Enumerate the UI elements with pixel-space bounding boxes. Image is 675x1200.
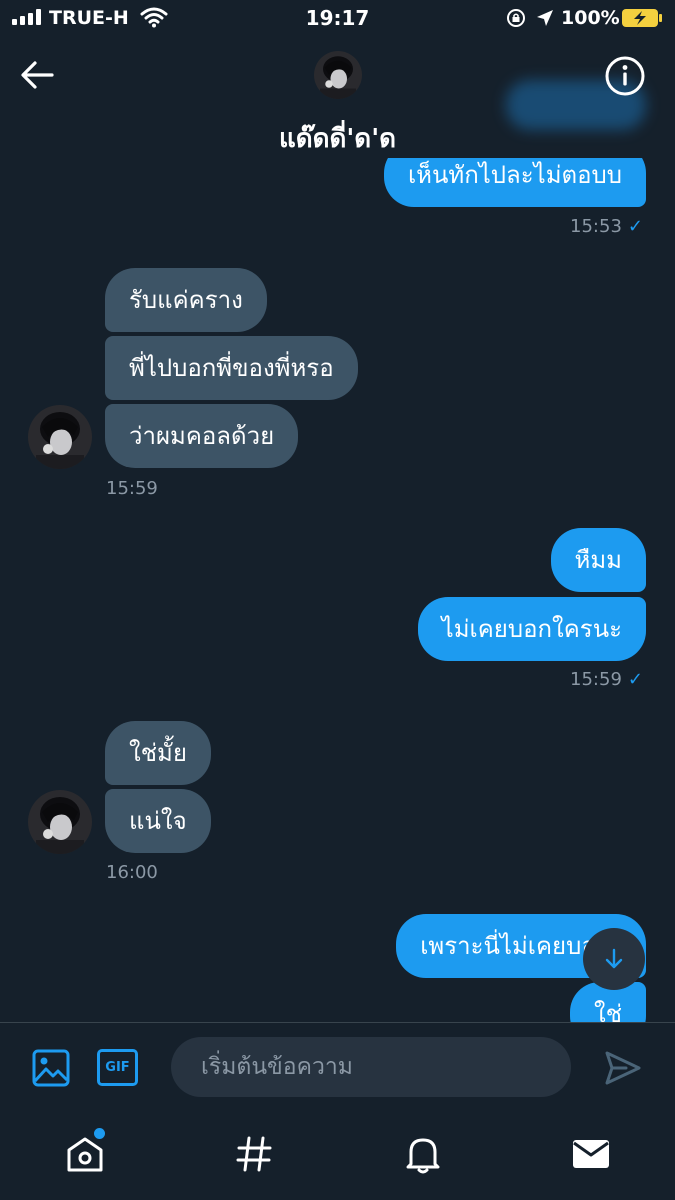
battery-charging-icon: [622, 9, 662, 27]
message-timestamp: 16:00: [106, 862, 158, 883]
tab-notifications[interactable]: [401, 1132, 445, 1176]
message-timestamp: 15:53 ✓: [570, 216, 643, 237]
battery-percentage: 100%: [561, 7, 620, 29]
message-timestamp: 15:59 ✓: [570, 669, 643, 690]
arrow-left-icon[interactable]: [20, 60, 54, 90]
read-check-icon: ✓: [627, 216, 643, 237]
message-bubble-incoming[interactable]: รับแค่คราง: [105, 268, 267, 332]
notification-dot: [94, 1128, 105, 1139]
message-bubble-outgoing[interactable]: หืมม: [550, 528, 646, 592]
arrow-down-icon: [605, 948, 623, 969]
conversation-header: แด๊ดดี่'ด'ด: [0, 40, 675, 158]
location-arrow-icon: [537, 10, 553, 26]
tab-messages[interactable]: [569, 1132, 613, 1176]
bell-icon: [406, 1138, 440, 1174]
contact-avatar[interactable]: [28, 790, 92, 858]
bottom-tab-bar: [0, 1114, 675, 1200]
header-avatar[interactable]: [314, 51, 362, 103]
status-bar: TRUE-H 19:17 100%: [0, 0, 675, 40]
gif-button[interactable]: GIF: [97, 1049, 138, 1086]
rotation-lock-icon: [507, 9, 525, 27]
mail-icon: [573, 1140, 609, 1168]
image-icon[interactable]: [32, 1049, 70, 1087]
send-icon[interactable]: [604, 1049, 642, 1087]
contact-name[interactable]: แด๊ดดี่'ด'ด: [0, 118, 675, 159]
message-bubble-incoming[interactable]: พี่ไปบอกพี่ของพี่หรอ: [105, 336, 358, 400]
info-circle-icon[interactable]: [604, 55, 646, 97]
scroll-to-bottom-button[interactable]: [583, 928, 645, 990]
message-bubble-incoming[interactable]: ใช่มั้ย: [105, 721, 211, 785]
hashtag-icon: [236, 1136, 272, 1172]
message-bubble-outgoing[interactable]: ไม่เคยบอกใครนะ: [417, 597, 646, 661]
home-icon: [67, 1137, 103, 1172]
contact-avatar[interactable]: [28, 405, 92, 473]
message-timestamp: 15:59: [106, 478, 158, 499]
message-bubble-incoming[interactable]: ว่าผมคอลด้วย: [105, 404, 299, 468]
read-check-icon: ✓: [627, 669, 643, 690]
message-bubble-incoming[interactable]: แน่ใจ: [105, 789, 211, 853]
tab-explore[interactable]: [232, 1132, 276, 1176]
message-composer: GIF: [0, 1022, 675, 1114]
message-input[interactable]: [171, 1037, 571, 1097]
